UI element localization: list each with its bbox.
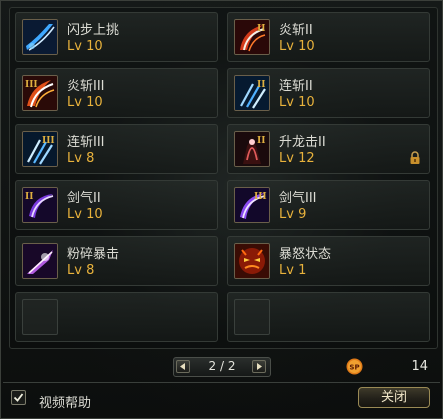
prev-page-button[interactable] xyxy=(176,360,190,373)
skill-slot[interactable]: III 连斩III Lv 8 xyxy=(15,124,218,174)
skill-level: Lv 10 xyxy=(279,39,315,54)
svg-text:II: II xyxy=(25,192,33,202)
divider xyxy=(3,382,440,383)
skill-name: 连斩II xyxy=(279,79,313,94)
next-page-button[interactable] xyxy=(252,360,266,373)
skill-level: Lv 10 xyxy=(67,207,103,222)
fire-slash-icon: III xyxy=(22,75,58,111)
skill-name: 炎斩III xyxy=(67,79,105,94)
skill-slot[interactable]: III 剑气III Lv 9 xyxy=(227,180,430,230)
skill-slot[interactable]: 粉碎暴击 Lv 8 xyxy=(15,236,218,286)
svg-text:III: III xyxy=(42,136,55,146)
skill-level: Lv 8 xyxy=(67,151,95,166)
skill-slot[interactable]: II 剑气II Lv 10 xyxy=(15,180,218,230)
empty-skill-slot[interactable] xyxy=(227,292,430,342)
skill-slot[interactable]: 暴怒状态 Lv 1 xyxy=(227,236,430,286)
arrow-left-icon xyxy=(180,363,185,370)
sword-wave-icon: III xyxy=(234,187,270,223)
slash-blue-icon xyxy=(22,19,58,55)
skill-level: Lv 1 xyxy=(279,263,307,278)
skill-level: Lv 10 xyxy=(67,95,103,110)
rising-dragon-icon: II xyxy=(234,131,270,167)
video-help-label[interactable]: 视频帮助 xyxy=(39,392,91,411)
arrow-right-icon xyxy=(257,363,262,370)
skill-window: 闪步上挑 Lv 10 II 炎斩II Lv 10 III 炎斩III Lv 10… xyxy=(0,0,443,419)
sword-wave-icon: II xyxy=(22,187,58,223)
skill-name: 粉碎暴击 xyxy=(67,247,120,262)
page-indicator: 2 / 2 xyxy=(208,359,236,373)
fire-slash-icon: II xyxy=(234,19,270,55)
svg-text:II: II xyxy=(257,24,265,34)
empty-icon-slot xyxy=(234,299,270,335)
skill-level: Lv 10 xyxy=(67,39,103,54)
skill-slot[interactable]: II 炎斩II Lv 10 xyxy=(227,12,430,62)
skill-name: 暴怒状态 xyxy=(279,247,332,262)
page-navigator: 2 / 2 xyxy=(173,357,271,377)
svg-text:III: III xyxy=(25,80,38,90)
shatter-strike-icon xyxy=(22,243,58,279)
skill-name: 升龙击II xyxy=(279,135,326,150)
skill-name: 剑气III xyxy=(279,191,317,206)
svg-text:III: III xyxy=(254,192,267,202)
skill-slot[interactable]: 闪步上挑 Lv 10 xyxy=(15,12,218,62)
check-icon xyxy=(13,393,24,402)
svg-text:II: II xyxy=(257,136,265,146)
skill-slot[interactable]: II 升龙击II Lv 12 xyxy=(227,124,430,174)
rage-state-icon xyxy=(234,243,270,279)
lock-icon[interactable] xyxy=(409,150,421,164)
skill-level: Lv 9 xyxy=(279,207,307,222)
skill-level: Lv 8 xyxy=(67,263,95,278)
svg-text:SP: SP xyxy=(349,364,359,372)
skill-name: 剑气II xyxy=(67,191,101,206)
empty-icon-slot xyxy=(22,299,58,335)
skill-list-panel: 闪步上挑 Lv 10 II 炎斩II Lv 10 III 炎斩III Lv 10… xyxy=(9,7,438,349)
close-button[interactable]: 关闭 xyxy=(358,387,430,408)
svg-text:II: II xyxy=(257,80,265,90)
sp-icon: SP xyxy=(346,358,363,375)
triple-slash-icon: II xyxy=(234,75,270,111)
sp-value: 14 xyxy=(411,359,428,374)
skill-name: 连斩III xyxy=(67,135,105,150)
skill-slot[interactable]: II 连斩II Lv 10 xyxy=(227,68,430,118)
video-help-checkbox[interactable] xyxy=(11,390,26,405)
skill-level: Lv 10 xyxy=(279,95,315,110)
skill-slot[interactable]: III 炎斩III Lv 10 xyxy=(15,68,218,118)
triple-slash-icon: III xyxy=(22,131,58,167)
skill-name: 炎斩II xyxy=(279,23,313,38)
skill-name: 闪步上挑 xyxy=(67,23,120,38)
empty-skill-slot[interactable] xyxy=(15,292,218,342)
skill-level: Lv 12 xyxy=(279,151,315,166)
